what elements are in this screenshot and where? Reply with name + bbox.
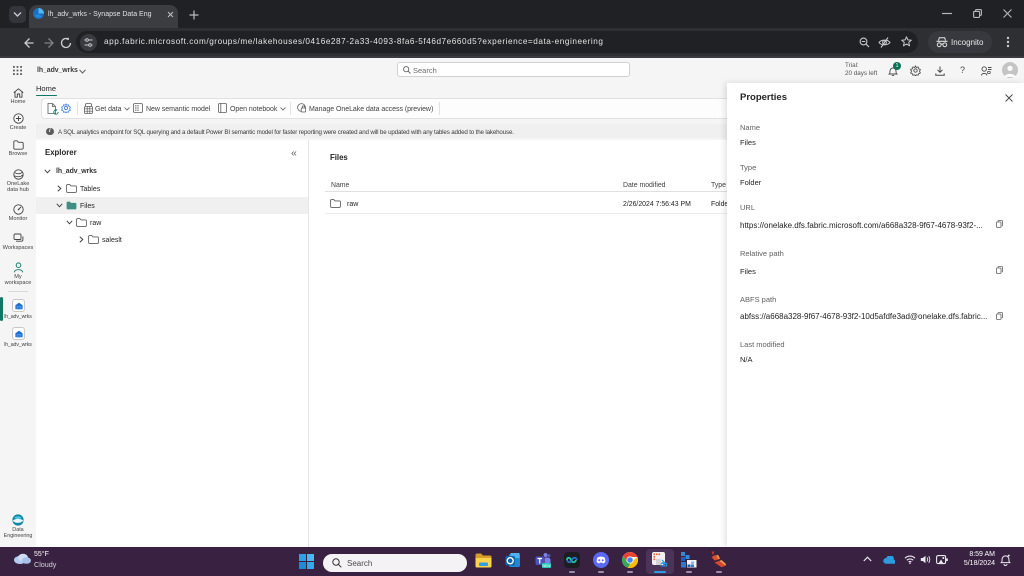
svg-text:NEW: NEW xyxy=(543,564,551,568)
